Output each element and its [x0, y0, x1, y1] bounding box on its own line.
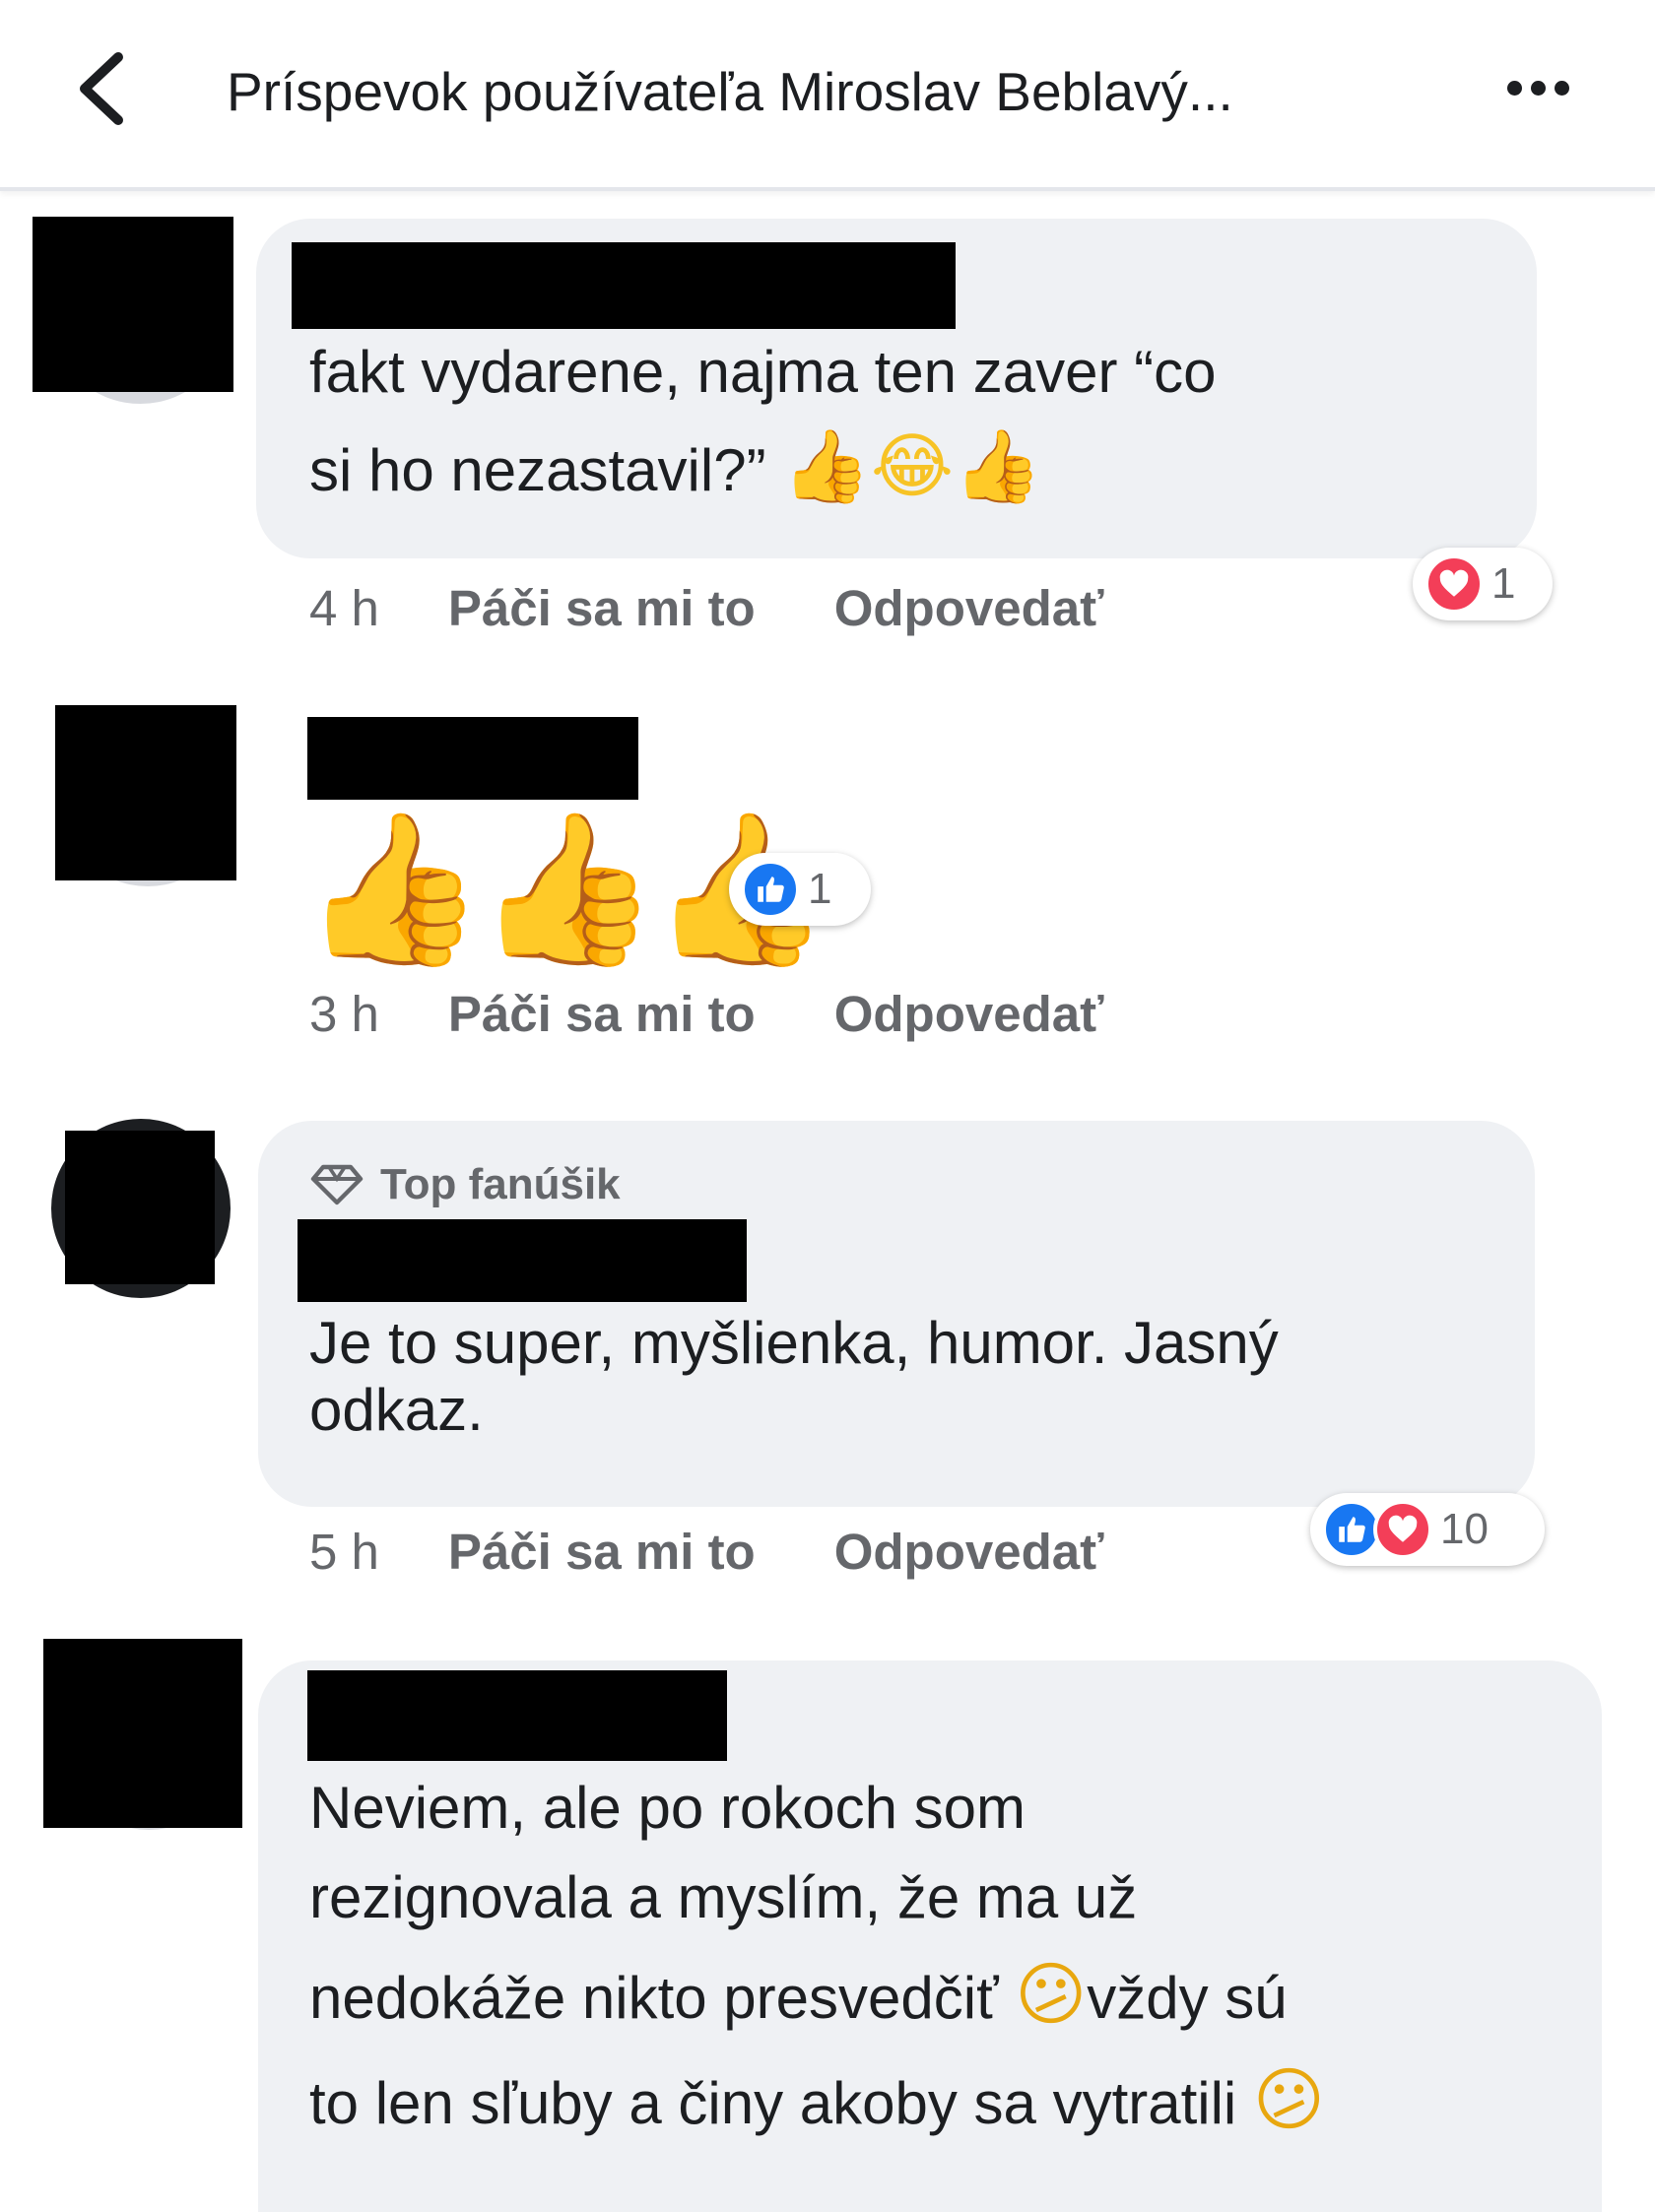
comment-line: Neviem, ale po rokoch som: [309, 1775, 1026, 1841]
comment-text: Neviem, ale po rokoch som rezignovala a …: [309, 1763, 1590, 2152]
like-button[interactable]: Páči sa mi to: [448, 986, 756, 1042]
reply-button[interactable]: Odpovedať: [834, 986, 1104, 1042]
back-button[interactable]: [69, 49, 138, 128]
top-bar: Príspevok používateľa Miroslav Beblavý..…: [0, 0, 1655, 191]
reaction-summary[interactable]: 10: [1310, 1493, 1545, 1566]
comment-line: odkaz.: [309, 1376, 484, 1443]
avatar-redacted[interactable]: [55, 705, 236, 880]
author-name-redacted[interactable]: [307, 717, 638, 800]
chevron-left-icon: [80, 52, 123, 125]
comment-actions: 4 h Páči sa mi to Odpovedať: [309, 579, 1104, 637]
top-fan-label: Top fanúšik: [380, 1160, 621, 1208]
more-dot: [1555, 81, 1569, 96]
like-reaction-icon: [741, 860, 800, 919]
author-name-redacted[interactable]: [298, 1219, 747, 1302]
author-name-redacted[interactable]: [307, 1670, 727, 1761]
confused-face-icon: 😕: [1252, 2058, 1325, 2140]
comment-line: si ho nezastavil?”: [309, 437, 766, 503]
timestamp: 4 h: [309, 580, 379, 636]
comment-text: Je to super, myšlienka, humor. Jasný odk…: [309, 1310, 1521, 1444]
heart-reaction-icon: [1373, 1500, 1432, 1559]
comment-line: fakt vydarene, najma ten zaver “co: [309, 339, 1217, 405]
author-name-redacted[interactable]: [292, 242, 956, 329]
comment-actions: 5 h Páči sa mi to Odpovedať: [309, 1523, 1104, 1581]
reaction-summary[interactable]: 1: [729, 853, 871, 926]
top-fan-badge: Top fanúšik: [309, 1160, 621, 1209]
like-button[interactable]: Páči sa mi to: [448, 1524, 756, 1580]
diamond-icon: [310, 1164, 364, 1205]
comment-actions: 3 h Páči sa mi to Odpovedať: [309, 985, 1104, 1043]
page-title: Príspevok používateľa Miroslav Beblavý..…: [227, 61, 1233, 122]
reaction-summary[interactable]: 1: [1413, 548, 1553, 620]
reply-button[interactable]: Odpovedať: [834, 580, 1104, 636]
like-button[interactable]: Páči sa mi to: [448, 580, 756, 636]
comment-line: rezignovala a myslím, že ma už: [309, 1864, 1138, 1931]
reaction-count: 1: [808, 865, 832, 913]
avatar-redacted[interactable]: [43, 1639, 242, 1828]
reaction-count: 10: [1440, 1505, 1489, 1553]
heart-reaction-icon: [1424, 554, 1484, 614]
timestamp: 5 h: [309, 1524, 379, 1580]
comment-line: nedokáže nikto presvedčiť: [309, 1965, 999, 2032]
comment-line: to len sľuby a činy akoby sa vytratili: [309, 2069, 1237, 2136]
more-dot: [1531, 81, 1546, 96]
comment-text: fakt vydarene, najma ten zaver “co si ho…: [309, 329, 1531, 517]
avatar-redacted[interactable]: [65, 1131, 215, 1284]
more-dots-icon: [1507, 81, 1522, 96]
avatar-redacted[interactable]: [33, 217, 233, 392]
like-reaction-icon: [1322, 1500, 1381, 1559]
comment-line: Je to super, myšlienka, humor. Jasný: [309, 1310, 1279, 1376]
comment-line: vždy sú: [1087, 1965, 1288, 2032]
more-options-button[interactable]: [1507, 69, 1586, 108]
timestamp: 3 h: [309, 986, 379, 1042]
reply-button[interactable]: Odpovedať: [834, 1524, 1104, 1580]
emoji-thumbs-laugh: 👍😂👍: [782, 424, 1042, 507]
confused-face-icon: 😕: [1015, 1954, 1088, 2036]
reaction-count: 1: [1491, 559, 1516, 608]
